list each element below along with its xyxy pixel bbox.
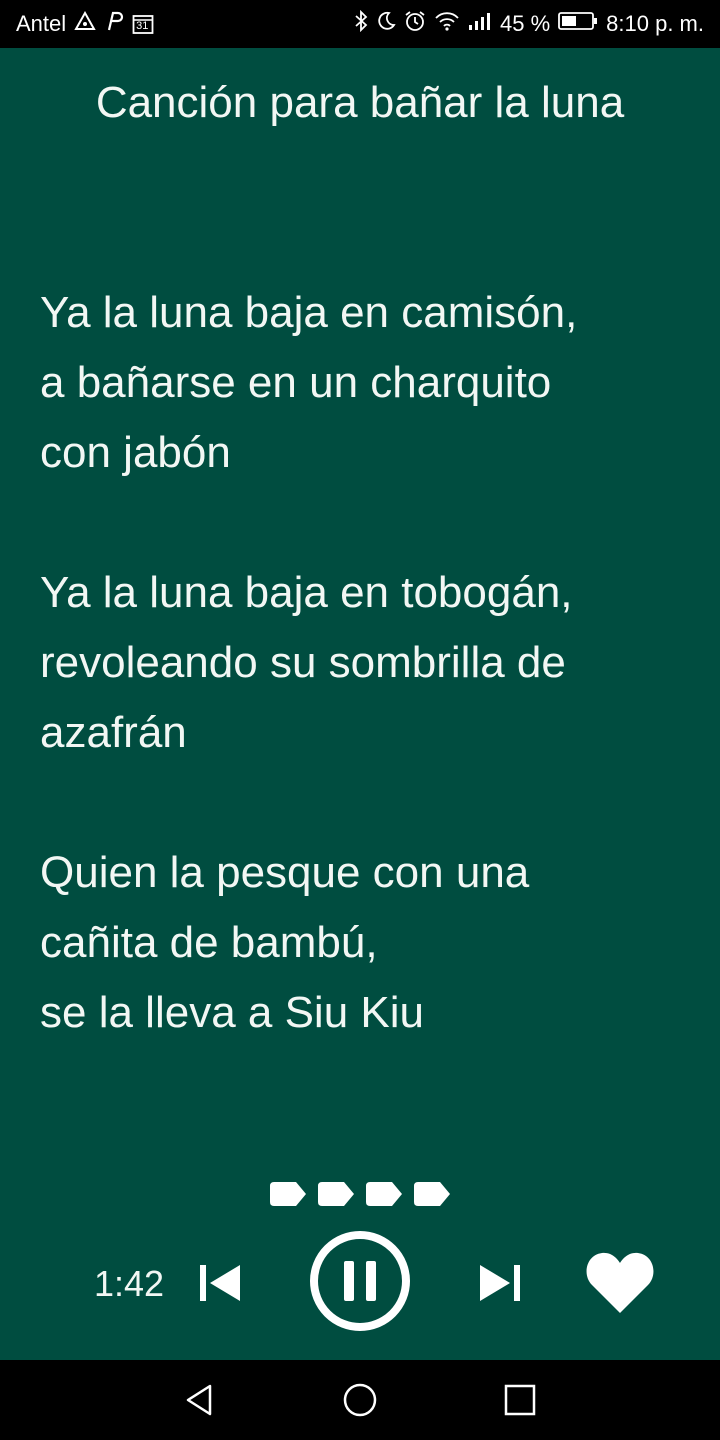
parking-icon [104,10,124,38]
lyric-line: con jabón [40,428,231,477]
lyric-line: revoleando su sombrilla de [40,638,566,687]
lyrics: Ya la luna baja en camisón, a bañarse en… [40,278,680,1118]
elapsed-time: 1:42 [94,1263,165,1304]
lyric-line: cañita de bambú, [40,918,378,967]
progress-segment [270,1182,306,1206]
previous-button[interactable] [196,1259,244,1307]
lyric-line: azafrán [40,708,187,757]
bluetooth-icon [354,9,368,38]
back-button[interactable] [180,1380,220,1420]
next-button[interactable] [476,1259,524,1307]
heart-icon [586,1252,654,1313]
pause-button[interactable] [308,1229,412,1333]
back-icon [186,1384,212,1416]
progress-segment [318,1182,354,1206]
calendar-day: 31 [136,20,149,32]
song-title: Canción para bañar la luna [95,78,625,127]
home-icon [343,1383,377,1417]
navigation-bar [0,1360,720,1440]
skip-previous-icon [200,1265,240,1301]
pause-icon [310,1231,410,1331]
player-controls: 1:42 [0,1223,720,1343]
lyric-line: se la lleva a Siu Kiu [40,988,424,1037]
stanza: Ya la luna baja en camisón, a bañarse en… [40,278,680,488]
stanza: Ya la luna baja en tobogán, revoleando s… [40,558,680,768]
song-screen: Canción para bañar la luna Ya la luna ba… [0,48,720,1360]
recents-button[interactable] [500,1380,540,1420]
progress-indicator [270,1182,450,1206]
stanza: Quien la pesque con una cañita de bambú,… [40,838,680,1048]
carrier-name: Antel [16,11,67,36]
progress-segment [414,1182,450,1206]
calendar-icon: 31 [132,13,154,35]
signal-icon [468,11,492,37]
moon-icon [376,11,396,37]
status-bar: Antel 31 45 % 8:10 p. m. [0,0,720,48]
wifi-icon [434,10,460,38]
home-button[interactable] [340,1380,380,1420]
skip-next-icon [480,1265,520,1301]
warning-icon [74,10,96,37]
lyric-line: Ya la luna baja en camisón, [40,288,578,337]
alarm-icon [404,10,426,38]
recents-icon [504,1384,536,1416]
favorite-button[interactable] [584,1249,656,1315]
lyric-line: a bañarse en un charquito [40,358,552,407]
progress-segment [366,1182,402,1206]
battery-icon [558,11,598,37]
clock: 8:10 p. m. [606,11,704,36]
lyric-line: Ya la luna baja en tobogán, [40,568,573,617]
lyric-line: Quien la pesque con una [40,848,530,897]
battery-level: 45 % [500,11,551,36]
